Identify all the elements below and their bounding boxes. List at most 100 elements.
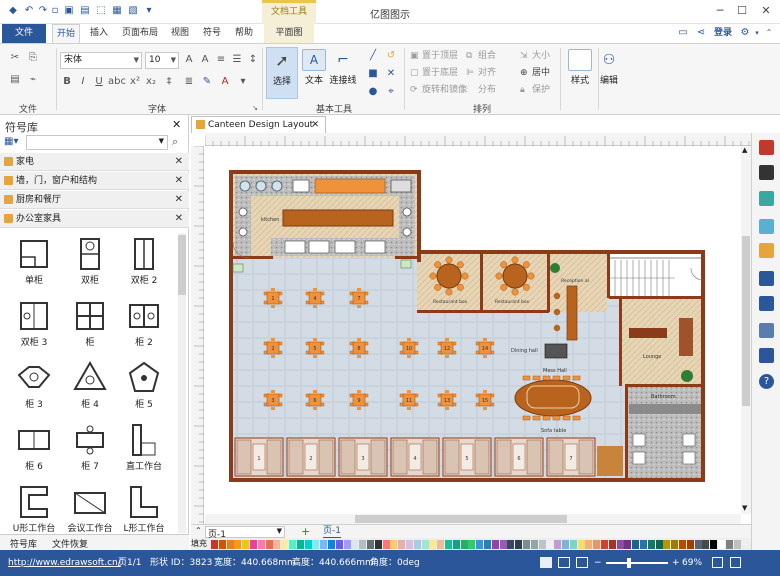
send-back-button[interactable]: ▢ 置于底层	[410, 67, 458, 79]
login-link[interactable]: 登录	[710, 24, 736, 43]
library-shape[interactable]: 柜 4	[62, 357, 118, 419]
zoom-out-icon[interactable]: −	[594, 550, 602, 576]
category-walls-doors[interactable]: 墙，门，窗户和结构 ✕	[0, 172, 189, 190]
color-swatch[interactable]	[234, 540, 242, 549]
zoom-in-icon[interactable]: +	[672, 550, 680, 576]
color-swatch[interactable]	[452, 540, 460, 549]
color-swatch[interactable]	[304, 540, 312, 549]
text-direction-icon[interactable]: ↕	[246, 54, 260, 66]
library-shape[interactable]: 柜 7	[62, 419, 118, 481]
color-swatch[interactable]	[343, 540, 351, 549]
color-swatch[interactable]	[585, 540, 593, 549]
tab-help[interactable]: 帮助	[230, 24, 258, 43]
color-swatch[interactable]	[725, 540, 733, 549]
color-swatch[interactable]	[437, 540, 445, 549]
bring-front-button[interactable]: ▣ 置于顶层	[410, 50, 458, 62]
color-swatch[interactable]	[655, 540, 663, 549]
color-swatch[interactable]	[351, 540, 359, 549]
align-icon[interactable]: ≣	[182, 76, 196, 88]
underline-button[interactable]: U	[92, 76, 106, 88]
color-swatch[interactable]	[312, 540, 320, 549]
page-nav-up-icon[interactable]: ⌃	[195, 526, 202, 535]
image-icon[interactable]	[759, 219, 774, 234]
color-swatch[interactable]	[593, 540, 601, 549]
color-swatch[interactable]	[515, 540, 523, 549]
bullet-list-icon[interactable]: ≡	[214, 54, 228, 66]
open-file-icon[interactable]: ▣	[62, 4, 76, 18]
search-icon[interactable]: ⌕	[172, 135, 178, 149]
font-dialog-launcher-icon[interactable]: ↘	[248, 102, 262, 114]
rotate-mirror-button[interactable]: ⟳ 旋转和镜像	[410, 84, 467, 96]
search-dropdown-icon[interactable]: ▼	[159, 137, 164, 145]
library-shape[interactable]: 柜 3	[6, 357, 62, 419]
close-window-icon[interactable]: ✕	[756, 3, 776, 19]
center-button[interactable]: ⊕ 居中	[520, 67, 550, 79]
color-swatch[interactable]	[663, 540, 671, 549]
color-swatch[interactable]	[382, 540, 390, 549]
color-swatch[interactable]	[686, 540, 694, 549]
drawing-canvas[interactable]: kitchen 1 4 7 2 5 8 3 6 9 10 12 14 11 13…	[205, 146, 751, 514]
strikethrough-icon[interactable]: abc	[108, 76, 126, 88]
connector-button[interactable]: ⌐ 连接线	[326, 47, 360, 99]
category-kitchen-dining[interactable]: 厨房和餐厅 ✕	[0, 191, 189, 209]
color-swatch[interactable]	[328, 540, 335, 549]
color-swatch[interactable]	[390, 540, 398, 549]
font-size-select[interactable]: 10 ▼	[145, 52, 179, 69]
page-dropdown-icon[interactable]: ▼	[277, 527, 282, 535]
cross-tool-icon[interactable]: ✕	[384, 68, 398, 80]
color-swatch[interactable]	[624, 540, 632, 549]
website-link[interactable]: http://www.edrawsoft.cn/	[8, 550, 121, 576]
copy-icon[interactable]: ⎘	[26, 52, 40, 64]
color-swatch[interactable]	[733, 540, 741, 549]
color-swatch[interactable]	[460, 540, 468, 549]
color-swatch[interactable]	[601, 540, 608, 549]
category-office-furniture[interactable]: 办公室家具 ✕	[0, 210, 189, 228]
group-button[interactable]: ⧉ 组合	[466, 50, 496, 62]
undo-icon[interactable]: ↶	[22, 4, 36, 18]
color-swatch[interactable]	[445, 540, 452, 549]
color-swatch[interactable]	[398, 540, 406, 549]
font-shrink-icon[interactable]: A	[198, 54, 212, 66]
color-swatch[interactable]	[226, 540, 234, 549]
color-swatch[interactable]	[413, 540, 421, 549]
color-swatch[interactable]	[569, 540, 577, 549]
color-swatch[interactable]	[257, 540, 265, 549]
maximize-icon[interactable]: ☐	[732, 3, 752, 19]
color-swatch[interactable]	[608, 540, 616, 549]
italic-button[interactable]: I	[76, 76, 90, 88]
color-swatch[interactable]	[250, 540, 257, 549]
color-swatch[interactable]	[562, 540, 569, 549]
color-swatch[interactable]	[429, 540, 437, 549]
color-swatch[interactable]	[530, 540, 538, 549]
paste-icon[interactable]: ▤	[8, 74, 22, 86]
customize-toolbar-icon[interactable]: ▾	[142, 4, 156, 18]
new-file-icon[interactable]: ▫	[48, 4, 62, 18]
screen-icon[interactable]: ▭	[676, 26, 690, 40]
font-name-select[interactable]: 宋体 ▼	[60, 52, 142, 69]
superscript-icon[interactable]: x²	[128, 76, 142, 88]
color-swatch[interactable]	[374, 540, 382, 549]
library-scrollbar[interactable]	[178, 233, 186, 533]
close-library-icon[interactable]: ✕	[172, 118, 181, 131]
close-category-icon[interactable]: ✕	[175, 210, 183, 228]
tab-view[interactable]: 视图	[166, 24, 194, 43]
color-swatch[interactable]	[499, 540, 507, 549]
color-swatch[interactable]	[218, 540, 226, 549]
edit-button[interactable]: ⚇ 编辑	[594, 47, 624, 99]
tab-floorplan[interactable]: 平面图	[264, 24, 314, 43]
color-swatch[interactable]	[538, 540, 546, 549]
color-swatch[interactable]	[211, 540, 218, 549]
fill-bucket-icon[interactable]	[759, 140, 774, 155]
color-swatch[interactable]	[616, 540, 624, 549]
zoom-slider[interactable]	[606, 562, 668, 564]
library-shape[interactable]: 双柜 2	[116, 233, 172, 295]
library-shape[interactable]: 柜	[62, 295, 118, 357]
library-menu-icon[interactable]: ▦▾	[4, 136, 22, 150]
color-swatch[interactable]	[577, 540, 585, 549]
color-swatch[interactable]	[710, 540, 718, 549]
library-shape[interactable]: 直工作台	[116, 419, 172, 481]
line-tool-icon[interactable]: ╱	[366, 50, 380, 62]
color-swatch[interactable]	[632, 540, 640, 549]
minimize-icon[interactable]: ─	[710, 3, 730, 19]
save-icon[interactable]: ▤	[78, 4, 92, 18]
